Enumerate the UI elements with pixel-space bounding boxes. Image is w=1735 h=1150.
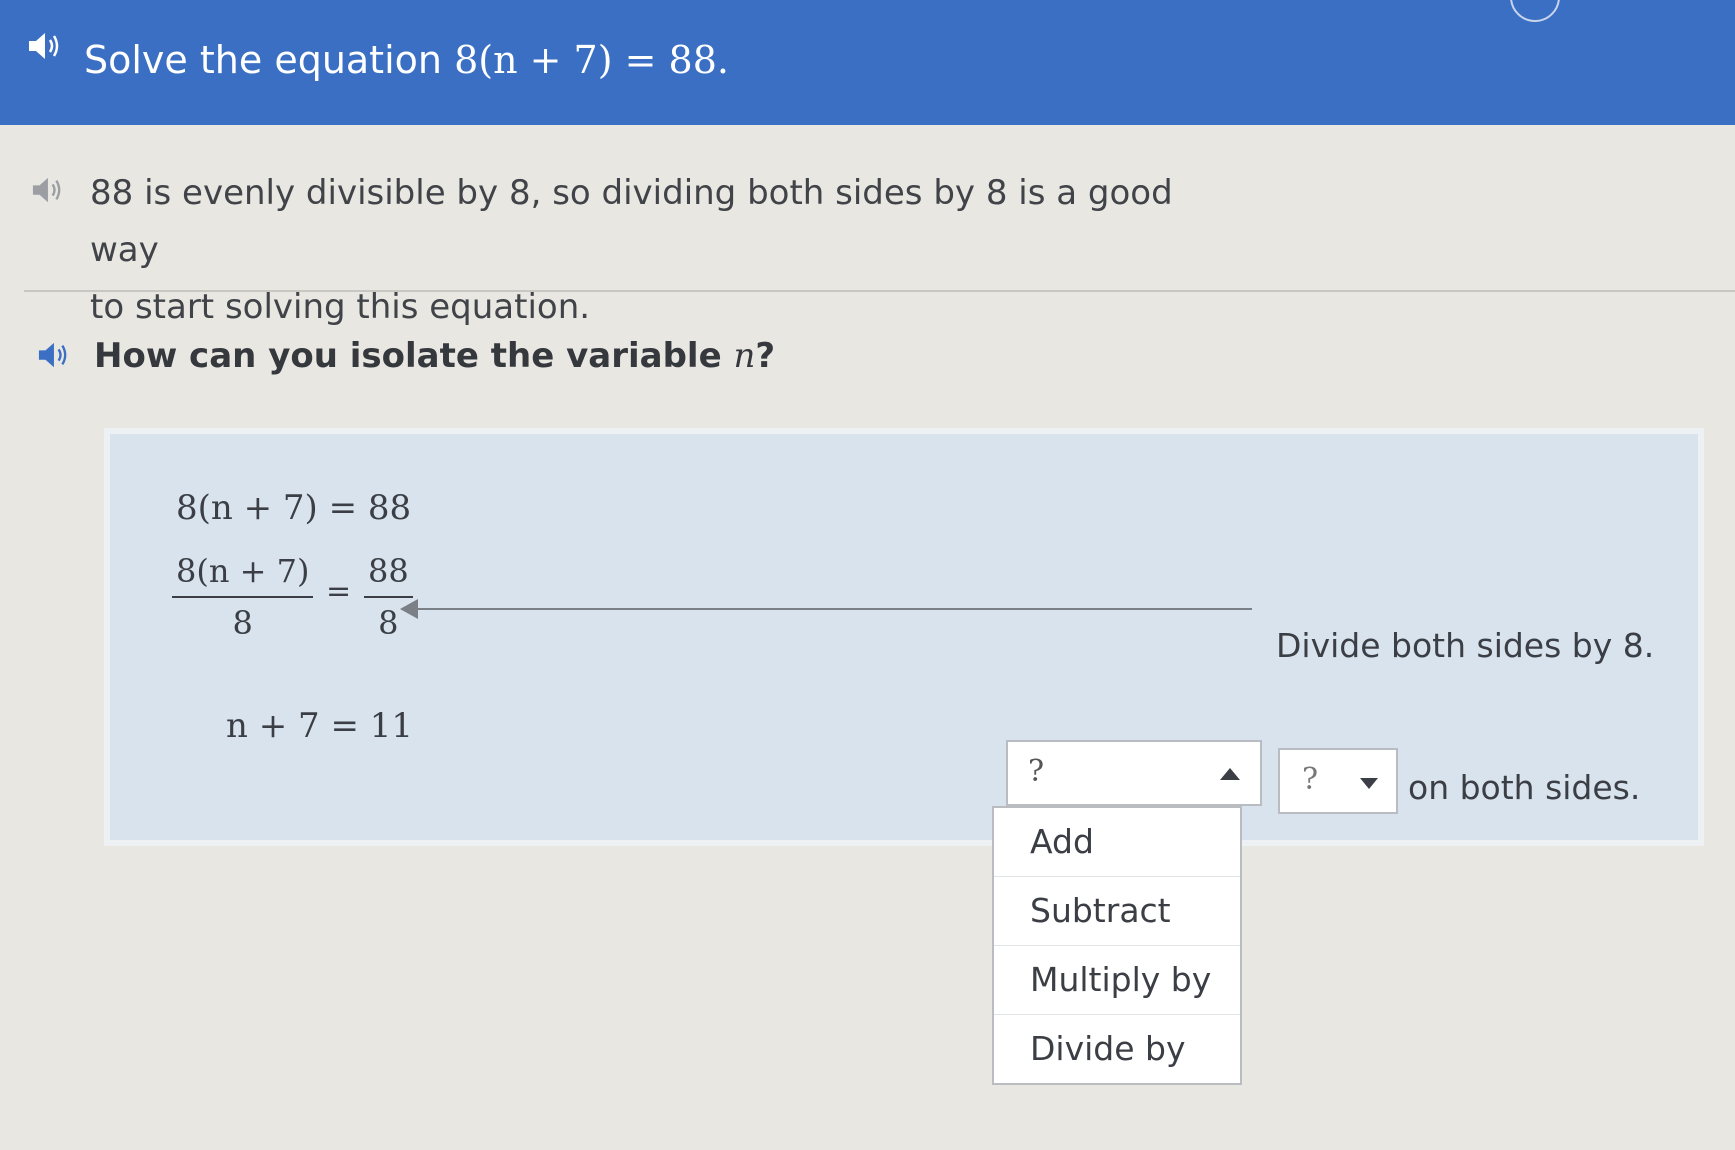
title-equation: 8(n + 7) = 88.	[454, 38, 729, 82]
question-prompt: How can you isolate the variable n?	[94, 336, 775, 376]
fraction-left-numerator: 8(n + 7)	[172, 552, 314, 598]
step-connector-line	[412, 608, 1252, 610]
fraction-right-numerator: 88	[364, 552, 413, 598]
speaker-icon[interactable]	[30, 175, 64, 205]
option-subtract[interactable]: Subtract	[994, 877, 1240, 946]
operation-dropdown-menu: Add Subtract Multiply by Divide by	[992, 806, 1242, 1085]
operation-select-value: ?	[1028, 754, 1045, 789]
number-select-value: ?	[1302, 762, 1319, 797]
question-header: Solve the equation 8(n + 7) = 88.	[0, 0, 1735, 125]
equation-line-3: n + 7 = 11	[226, 706, 413, 746]
fraction-left-denominator: 8	[232, 604, 253, 642]
option-add[interactable]: Add	[994, 808, 1240, 877]
option-divide-by[interactable]: Divide by	[994, 1015, 1240, 1083]
hint-text: 88 is evenly divisible by 8, so dividing…	[90, 165, 1220, 336]
step-2-suffix: on both sides.	[1408, 768, 1641, 807]
equation-line-1: 8(n + 7) = 88	[176, 488, 412, 528]
title-prefix: Solve the equation	[84, 38, 455, 82]
question-text: How can you isolate the variable	[94, 336, 734, 376]
hint-line-2: to start solving this equation.	[90, 287, 591, 327]
section-divider	[24, 290, 1735, 292]
page-title: Solve the equation 8(n + 7) = 88.	[84, 38, 729, 82]
caret-up-icon	[1220, 768, 1240, 780]
operation-select[interactable]: ?	[1006, 740, 1262, 806]
number-select[interactable]: ?	[1278, 748, 1398, 814]
page: Solve the equation 8(n + 7) = 88. 88 is …	[0, 0, 1735, 1150]
fraction-right: 88 8	[364, 552, 413, 642]
step-1-label: Divide both sides by 8.	[1276, 626, 1655, 665]
fraction-equals: =	[326, 574, 352, 609]
caret-down-icon	[1360, 778, 1378, 789]
question-variable: n	[733, 336, 756, 376]
speaker-icon[interactable]	[26, 30, 62, 62]
option-multiply-by[interactable]: Multiply by	[994, 946, 1240, 1015]
fraction-left: 8(n + 7) 8	[172, 552, 314, 642]
settings-circle-icon[interactable]	[1510, 0, 1560, 22]
question-end: ?	[755, 336, 776, 376]
speaker-icon[interactable]	[36, 340, 70, 370]
hint-line-1: 88 is evenly divisible by 8, so dividing…	[90, 173, 1173, 270]
